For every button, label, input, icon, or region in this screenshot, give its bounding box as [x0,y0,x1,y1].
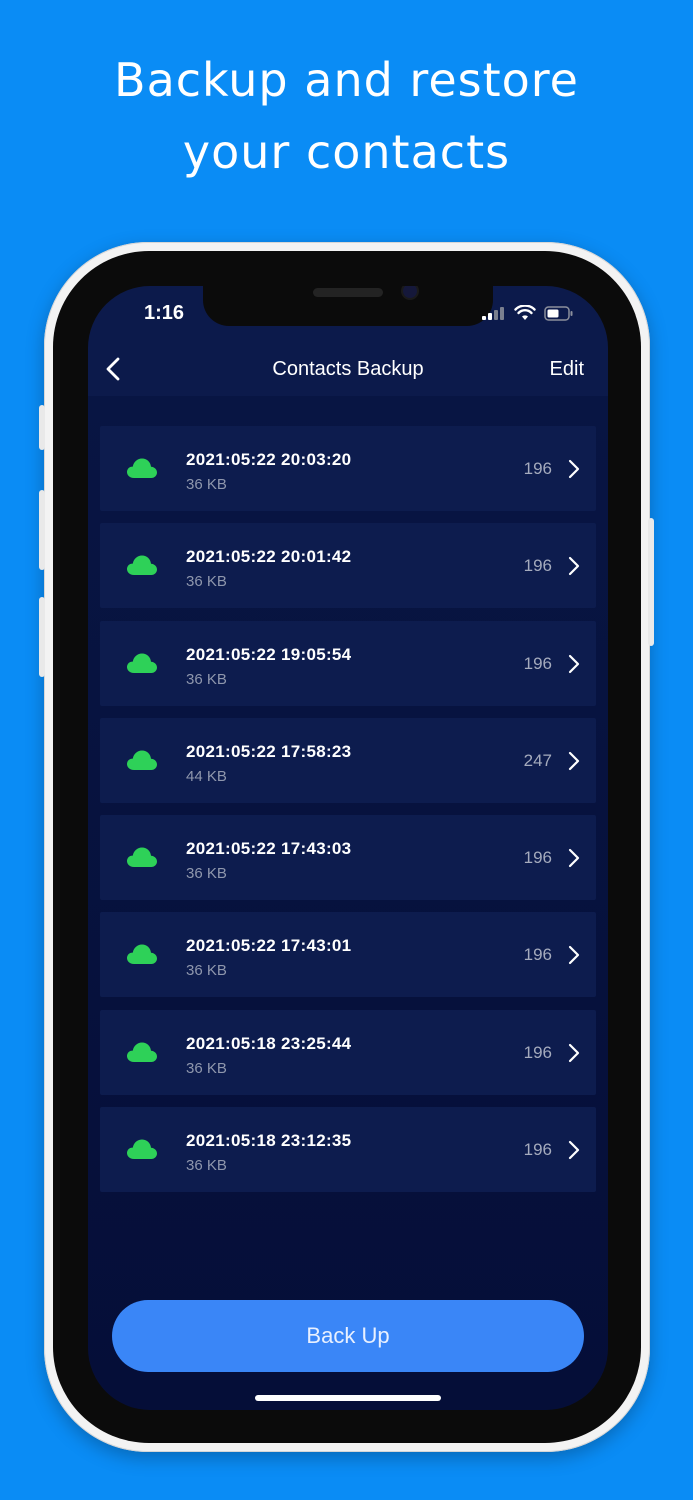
contact-count: 196 [523,653,552,673]
backup-size: 36 KB [186,1157,227,1175]
notch [203,286,493,326]
phone-mute-switch [39,405,45,450]
chevron-right-icon [568,557,580,576]
backup-row[interactable]: 2021:05:22 17:43:01 36 KB 196 [100,912,596,998]
cloud-icon [127,458,157,478]
backup-row[interactable]: 2021:05:22 17:58:23 44 KB 247 [100,717,596,803]
cloud-icon [127,1042,157,1062]
page-title: Contacts Backup [272,358,424,380]
backup-row[interactable]: 2021:05:18 23:25:44 36 KB 196 [100,1009,596,1095]
cloud-icon [127,847,157,868]
phone-power-button [648,518,654,646]
phone-volume-up [39,490,45,570]
contact-count: 196 [523,459,552,478]
cloud-icon [127,750,157,770]
chevron-right-icon [568,946,580,965]
headline-line-2: your contacts [182,125,511,179]
headline: Backup and restore your contacts [0,44,693,188]
backup-row[interactable]: 2021:05:22 19:05:54 36 KB 196 [100,620,596,706]
backup-size: 44 KB [186,767,227,785]
backup-date: 2021:05:22 17:43:03 [186,839,352,859]
wifi-icon [514,305,536,320]
status-icons [482,305,574,321]
cloud-icon [127,944,157,965]
backup-size: 36 KB [186,573,227,591]
back-up-button[interactable]: Back Up [112,1300,584,1372]
home-indicator[interactable] [255,1395,441,1401]
cloud-icon [127,1139,157,1160]
contact-count: 196 [523,848,552,868]
chevron-right-icon [568,654,580,673]
backup-row[interactable]: 2021:05:22 20:01:42 36 KB 196 [100,523,596,609]
front-camera [403,286,417,298]
cloud-icon [127,555,157,576]
contact-count: 196 [523,556,552,576]
backup-size: 36 KB [186,865,227,883]
backup-date: 2021:05:22 19:05:54 [186,644,352,664]
backup-date: 2021:05:18 23:12:35 [186,1131,352,1151]
backup-date: 2021:05:22 20:03:20 [186,450,352,469]
phone-volume-down [39,597,45,677]
chevron-right-icon [568,459,580,479]
chevron-right-icon [568,849,580,868]
speaker-grille [313,288,383,297]
backup-size: 36 KB [186,670,227,688]
backup-date: 2021:05:18 23:25:44 [186,1033,352,1053]
backup-row[interactable]: 2021:05:18 23:12:35 36 KB 196 [100,1107,596,1193]
backup-size: 36 KB [186,1059,227,1077]
battery-icon [544,305,573,321]
backup-size: 36 KB [186,962,227,980]
phone-screen: 1:16 Contacts Backup Edit 2021:05:22 20:… [88,286,608,1410]
backup-date: 2021:05:22 17:43:01 [186,936,352,956]
signal-icon [482,307,504,320]
backup-list: 2021:05:22 20:03:20 36 KB 196 2021:05:22… [100,426,596,1204]
backup-row[interactable]: 2021:05:22 20:03:20 36 KB 196 [100,426,596,511]
status-time: 1:16 [144,302,185,324]
contact-count: 247 [523,750,552,770]
backup-date: 2021:05:22 20:01:42 [186,547,352,567]
edit-button[interactable]: Edit [550,358,584,381]
chevron-right-icon [568,751,580,770]
headline-line-1: Backup and restore [114,53,579,107]
backup-date: 2021:05:22 17:58:23 [186,741,352,761]
contact-count: 196 [523,1140,552,1160]
contact-count: 196 [523,1042,552,1062]
backup-size: 36 KB [186,476,227,493]
chevron-right-icon [568,1140,580,1160]
cloud-icon [127,653,157,673]
contact-count: 196 [523,945,552,965]
backup-row[interactable]: 2021:05:22 17:43:03 36 KB 196 [100,815,596,901]
chevron-right-icon [568,1043,580,1062]
